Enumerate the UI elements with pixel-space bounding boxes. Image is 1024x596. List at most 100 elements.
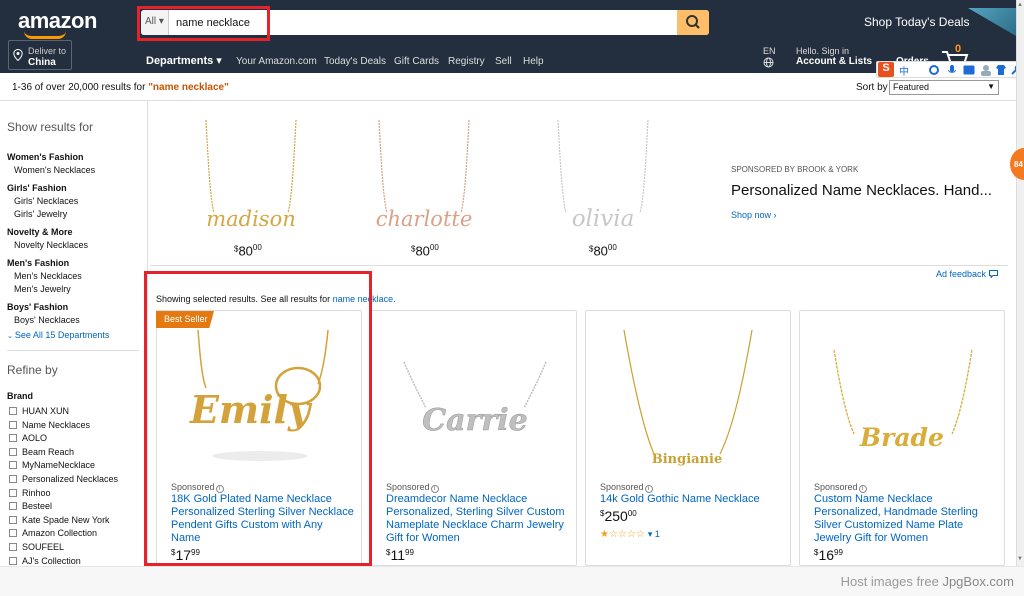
page-scrollbar[interactable] xyxy=(1016,0,1024,566)
results-query: "name necklace" xyxy=(148,82,229,93)
checkbox[interactable] xyxy=(9,489,17,497)
brand-filter-item[interactable]: Amazon Collection xyxy=(9,528,97,538)
checkbox[interactable] xyxy=(9,543,17,551)
brand-filter-item[interactable]: Besteel xyxy=(9,501,52,511)
banner-shop-now-link[interactable]: Shop now › xyxy=(731,210,777,220)
product-image-bingianie[interactable]: Bingianie xyxy=(612,326,762,471)
see-all-label: See All 15 Departments xyxy=(14,330,110,340)
language-code: EN xyxy=(763,46,776,56)
deliver-country: China xyxy=(28,57,56,68)
banner-necklace-name: madison xyxy=(206,207,296,231)
footer-watermark-bar: Host images free JpgBox.com xyxy=(0,566,1024,596)
product-price: $1699 xyxy=(814,547,843,563)
checkbox[interactable] xyxy=(9,461,17,469)
banner-necklace-image-madison[interactable]: madison xyxy=(196,118,306,238)
info-icon[interactable]: i xyxy=(430,485,439,493)
deals-corner-graphic xyxy=(968,8,1016,36)
nav-gift-cards[interactable]: Gift Cards xyxy=(394,56,439,67)
checkbox[interactable] xyxy=(9,502,17,510)
brand-label: SOUFEEL xyxy=(22,542,65,552)
info-icon[interactable]: i xyxy=(644,485,653,493)
product-necklace-name: Bingianie xyxy=(652,452,723,467)
sidebar-sub-womens-necklaces[interactable]: Women's Necklaces xyxy=(14,165,95,175)
checkbox[interactable] xyxy=(9,529,17,537)
brand-filter-item[interactable]: HUAN XUN xyxy=(9,406,69,416)
banner-divider xyxy=(150,265,1008,266)
sidebar-sub-mens-necklaces[interactable]: Men's Necklaces xyxy=(14,271,82,281)
checkbox[interactable] xyxy=(9,475,17,483)
scroll-up-arrow-icon[interactable]: ▲ xyxy=(1017,2,1023,8)
info-icon[interactable]: i xyxy=(858,485,867,493)
banner-necklace-name: charlotte xyxy=(376,207,473,231)
brand-filter-item[interactable]: Personalized Necklaces xyxy=(9,474,118,484)
product-image-brade[interactable]: Brade xyxy=(826,326,978,471)
refine-by-heading: Refine by xyxy=(7,363,58,377)
brand-label: MyNameNecklace xyxy=(22,460,96,470)
brand-label: Name Necklaces xyxy=(22,420,91,430)
nav-your-amazon[interactable]: Your Amazon.com xyxy=(236,56,317,67)
brand-filter-item[interactable]: Name Necklaces xyxy=(9,420,90,430)
sidebar-category-boys-fashion[interactable]: Boys' Fashion xyxy=(7,302,68,312)
checkbox[interactable] xyxy=(9,557,17,565)
product-title-link[interactable]: 14k Gold Gothic Name Necklace xyxy=(600,493,784,506)
brand-filter-item[interactable]: Rinhoo xyxy=(9,488,51,498)
checkbox[interactable] xyxy=(9,434,17,442)
deliver-label: Deliver to xyxy=(28,46,67,56)
banner-headline[interactable]: Personalized Name Necklaces. Hand... xyxy=(731,182,992,199)
sidebar-category-womens-fashion[interactable]: Women's Fashion xyxy=(7,152,83,162)
logo-smile-icon xyxy=(24,31,66,39)
see-all-departments-link[interactable]: ⌄ See All 15 Departments xyxy=(7,330,109,340)
brand-filter-item[interactable]: Beam Reach xyxy=(9,447,74,457)
nav-sell[interactable]: Sell xyxy=(495,56,512,67)
checkbox[interactable] xyxy=(9,448,17,456)
checkbox[interactable] xyxy=(9,407,17,415)
nav-help[interactable]: Help xyxy=(523,56,544,67)
nav-todays-deals[interactable]: Today's Deals xyxy=(324,56,386,67)
departments-menu[interactable]: Departments ▾ xyxy=(146,54,222,67)
checkbox[interactable] xyxy=(9,421,17,429)
brand-filter-item[interactable]: AOLO xyxy=(9,433,47,443)
sidebar-category-mens-fashion[interactable]: Men's Fashion xyxy=(7,258,69,268)
sponsored-label: Sponsored i xyxy=(814,482,867,493)
sidebar-sub-boys-necklaces[interactable]: Boys' Necklaces xyxy=(14,315,80,325)
product-necklace-name: Carrie xyxy=(422,403,527,438)
floating-badge[interactable]: 84 xyxy=(1010,148,1024,180)
ad-feedback-link[interactable]: Ad feedback xyxy=(936,269,998,279)
product-title-link[interactable]: Custom Name Necklace Personalized, Handm… xyxy=(814,493,998,545)
rating-count[interactable]: ▾ 1 xyxy=(648,529,660,539)
sort-dropdown[interactable]: Featured ▼ xyxy=(889,80,999,95)
language-selector[interactable]: EN xyxy=(763,46,776,70)
brand-label: Besteel xyxy=(22,501,53,511)
sort-label: Sort by xyxy=(856,82,888,93)
scroll-down-arrow-icon[interactable]: ▼ xyxy=(1017,556,1023,562)
banner-necklace-image-charlotte[interactable]: charlotte xyxy=(369,118,479,238)
deliver-to-button[interactable]: Deliver to China xyxy=(8,40,72,70)
sidebar-category-girls-fashion[interactable]: Girls' Fashion xyxy=(7,183,67,193)
product-title-link[interactable]: Dreamdecor Name Necklace Personalized, S… xyxy=(386,493,570,545)
star-rating[interactable]: ★☆☆☆☆ ▾ 1 xyxy=(600,529,660,540)
star-icons: ★☆☆☆☆ xyxy=(600,529,645,540)
results-summary: 1-36 of over 20,000 results for "name ne… xyxy=(12,82,229,93)
brand-label: AJ's Collection xyxy=(22,556,81,566)
sidebar-sub-mens-jewelry[interactable]: Men's Jewelry xyxy=(14,284,71,294)
sidebar-sub-girls-jewelry[interactable]: Girls' Jewelry xyxy=(14,209,67,219)
brand-filter-item[interactable]: SOUFEEL xyxy=(9,542,64,552)
banner-price: $8000 xyxy=(589,243,617,259)
product-necklace-name: Brade xyxy=(859,423,944,452)
sidebar-sub-novelty-necklaces[interactable]: Novelty Necklaces xyxy=(14,240,88,250)
brand-filter-item[interactable]: AJ's Collection xyxy=(9,556,81,566)
brand-label: Beam Reach xyxy=(22,447,75,457)
brand-filter-item[interactable]: MyNameNecklace xyxy=(9,460,95,470)
nav-registry[interactable]: Registry xyxy=(448,56,485,67)
banner-necklace-image-olivia[interactable]: olivia xyxy=(548,118,658,238)
brand-label: AOLO xyxy=(22,433,48,443)
brand-filter-item[interactable]: Kate Spade New York xyxy=(9,515,110,525)
sidebar-category-novelty[interactable]: Novelty & More xyxy=(7,227,73,237)
account-lists-menu[interactable]: Account & Lists xyxy=(796,56,872,67)
account-greeting: Hello. Sign in xyxy=(796,46,850,56)
product-image-carrie[interactable]: Carrie xyxy=(396,326,554,471)
checkbox[interactable] xyxy=(9,516,17,524)
deals-banner[interactable]: Shop Today's Deals xyxy=(864,15,969,29)
search-button[interactable] xyxy=(677,10,709,35)
sidebar-sub-girls-necklaces[interactable]: Girls' Necklaces xyxy=(14,196,78,206)
